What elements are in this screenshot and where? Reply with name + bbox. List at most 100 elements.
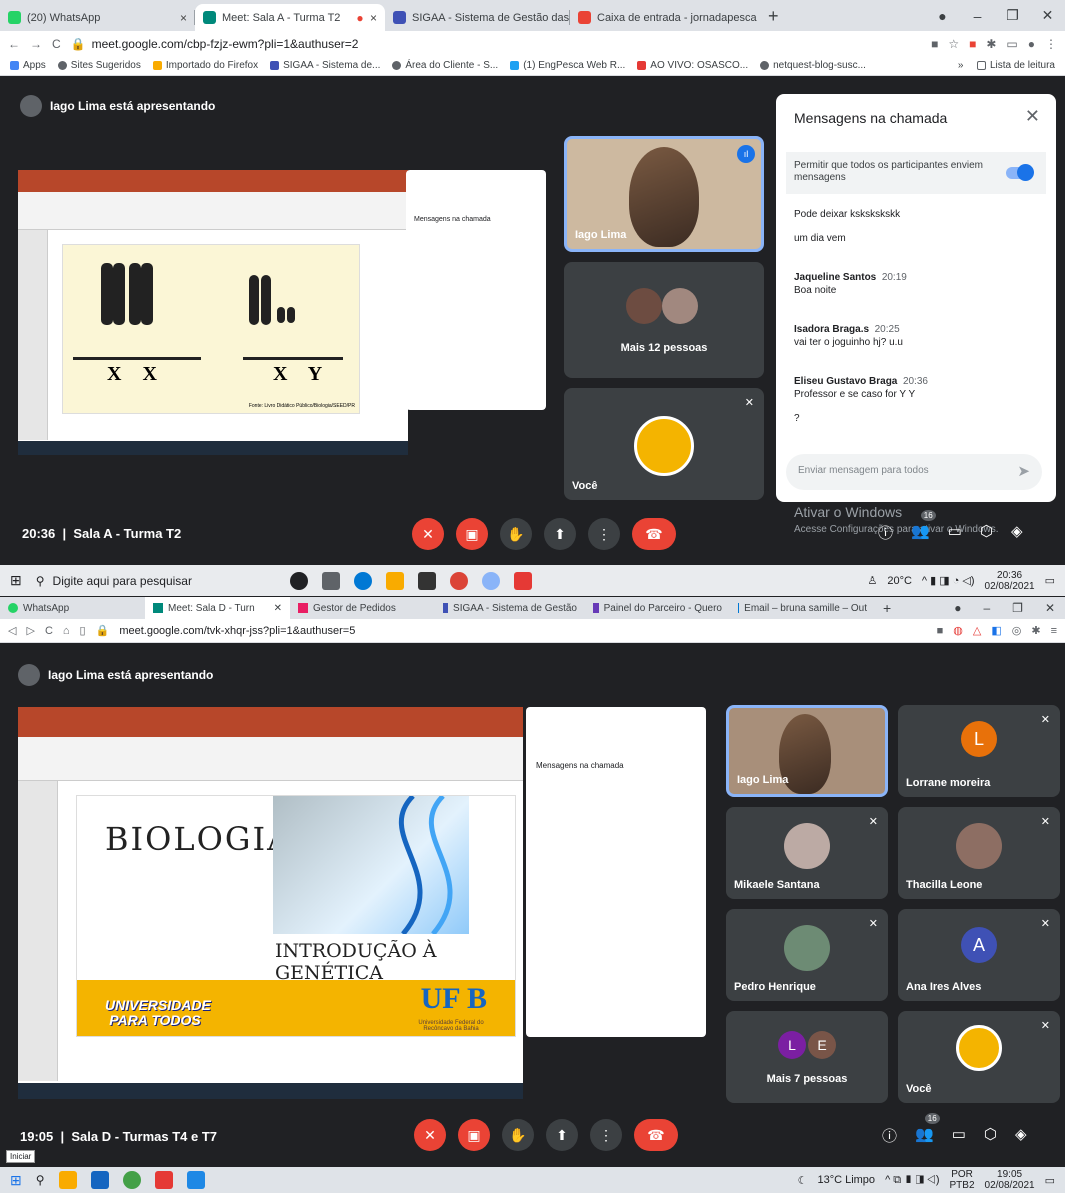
weather-text[interactable]: 13°C Limpo [817,1174,875,1186]
close-icon[interactable]: × [370,11,377,25]
tile-iago[interactable]: Iago Lima ıl [564,136,764,252]
bookmark-sites[interactable]: Sites Sugeridos [57,60,141,71]
forward-icon[interactable]: → [30,37,42,51]
edge-icon[interactable] [353,571,372,590]
menu-icon[interactable]: ≡ [1051,625,1057,637]
new-tab-button[interactable]: + [760,4,787,31]
tile-ana[interactable]: A ✕ Ana Ires Alves [898,909,1060,1001]
chrome-profile-icon[interactable] [481,571,500,590]
profile-icon[interactable]: ● [925,8,960,24]
tray-icons[interactable]: ^ ▮ ◨ ◔ ◁) [922,574,975,587]
restore-button[interactable]: ❐ [1012,601,1023,615]
clock[interactable]: 19:05 02/08/2021 [985,1169,1035,1191]
info-icon[interactable]: ⓘ [878,522,893,543]
leave-call-button[interactable]: ☎ [634,1119,678,1151]
tile-lorrane[interactable]: L ✕ Lorrane moreira [898,705,1060,797]
search-icon[interactable]: ⚲ [36,1173,45,1187]
bookmark-netquest[interactable]: netquest-blog-susc... [760,60,866,71]
tray-icons[interactable]: ^ ⧉ ▮ ◨ ◁) [885,1174,939,1187]
brave-icon[interactable] [154,1171,173,1189]
minimize-button[interactable]: – [983,601,990,615]
camera-icon[interactable]: ■ [931,37,938,51]
task-view-icon[interactable] [321,571,340,590]
menu-icon[interactable]: ⋮ [1045,37,1057,51]
url-field[interactable]: 🔒 meet.google.com/cbp-fzjz-ewm?pli=1&aut… [71,34,921,54]
reload-icon[interactable]: C [45,625,53,637]
pdf-extension-icon[interactable]: ■ [969,37,976,51]
tab-sigaa[interactable]: SIGAA - Sistema de Gestão [435,597,585,619]
new-tab-button[interactable]: + [875,600,899,616]
camera-icon[interactable]: ■ [937,625,944,637]
word-icon[interactable] [186,1171,205,1189]
chat-icon[interactable]: ▭ [948,522,962,543]
back-icon[interactable]: ◁ [8,624,16,637]
close-icon[interactable]: ✕ [1025,106,1040,127]
close-window-button[interactable]: ✕ [1045,601,1055,615]
tile-more-2[interactable]: L E Mais 7 pessoas [726,1011,888,1103]
extensions-icon[interactable]: ✱ [1031,624,1040,637]
close-icon[interactable]: × [180,11,187,25]
extension-icon[interactable]: ◧ [991,624,1001,637]
tab-whatsapp[interactable]: WhatsApp [0,597,145,619]
bookmark-apps[interactable]: Apps [10,60,46,71]
back-icon[interactable]: ← [8,37,20,51]
tile-thacilla[interactable]: ✕ Thacilla Leone [898,807,1060,899]
tile-more[interactable]: Mais 12 pessoas [564,262,764,378]
tab-meet[interactable]: Meet: Sala A - Turma T2 ● × [195,4,385,31]
mic-off-button[interactable]: ✕ [412,518,444,550]
star-icon[interactable]: ☆ [948,37,959,51]
activities-icon[interactable]: ⬡ [984,1125,997,1146]
chat-icon[interactable]: ▭ [952,1125,966,1146]
person-icon[interactable]: ♙ [867,574,877,587]
forward-icon[interactable]: ▷ [26,624,34,637]
more-options-button[interactable]: ⋮ [588,518,620,550]
extension-icon[interactable]: ◎ [1012,624,1022,637]
leave-call-button[interactable]: ☎ [632,518,676,550]
cortana-icon[interactable] [289,571,308,590]
chat-input[interactable]: Enviar mensagem para todos ➤ [786,454,1042,490]
tab-whatsapp[interactable]: (20) WhatsApp × [0,4,195,31]
bookmark-icon[interactable]: ▯ [80,624,86,637]
shield-icon[interactable]: ◈ [1011,522,1023,543]
tile-you-2[interactable]: ✕ Você [898,1011,1060,1103]
close-icon[interactable]: ✕ [274,603,282,614]
bookmark-sigaa[interactable]: SIGAA - Sistema de... [270,60,380,71]
raise-hand-button[interactable]: ✋ [500,518,532,550]
tab-gestor[interactable]: Gestor de Pedidos [290,597,435,619]
mic-off-button[interactable]: ✕ [414,1119,446,1151]
tile-you[interactable]: ✕ Você [564,388,764,500]
restore-button[interactable]: ❐ [995,7,1030,24]
raise-hand-button[interactable]: ✋ [502,1119,534,1151]
profile-avatar-icon[interactable]: ● [1028,37,1035,51]
chrome-icon[interactable] [449,571,468,590]
shield-icon[interactable]: ◈ [1015,1125,1027,1146]
close-window-button[interactable]: ✕ [1030,7,1065,24]
people-icon[interactable]: 👥 16 [911,510,936,543]
clock[interactable]: 20:36 02/08/2021 [985,570,1035,592]
tab-sigaa[interactable]: SIGAA - Sistema de Gestão das A × [385,4,570,31]
acrobat-icon[interactable] [513,571,532,590]
notification-icon[interactable]: ▭ [1045,574,1055,587]
profile-icon[interactable]: ● [954,601,961,615]
url-text[interactable]: meet.google.com/tvk-xhqr-jss?pli=1&authu… [119,625,926,637]
present-button[interactable]: ⬆ [544,518,576,550]
tab-quero[interactable]: Painel do Parceiro - Quero [585,597,730,619]
windows-start-icon[interactable]: ⊞ [10,572,22,589]
camera-off-button[interactable]: ▣ [458,1119,490,1151]
tile-iago[interactable]: Iago Lima [726,705,888,797]
tile-mikaele[interactable]: ✕ Mikaele Santana [726,807,888,899]
explorer-icon[interactable] [385,571,404,590]
store-icon[interactable] [90,1171,109,1189]
cast-icon[interactable]: ▭ [1006,37,1017,51]
tab-outlook[interactable]: Email – bruna samille – Out [730,597,875,619]
windows-start-icon[interactable]: ⊞ [10,1172,22,1189]
bookmark-firefox[interactable]: Importado do Firefox [152,60,258,71]
extensions-icon[interactable]: ✱ [986,37,996,51]
allow-messages-toggle[interactable] [1006,164,1034,181]
minimize-button[interactable]: – [960,8,995,24]
bookmark-reading-list[interactable]: » Lista de leitura [958,60,1055,71]
tab-meet[interactable]: Meet: Sala D - Turn ✕ [145,597,290,619]
notification-icon[interactable]: ▭ [1045,1174,1055,1187]
weather-text[interactable]: 20°C [887,575,912,587]
language-indicator[interactable]: POR PTB2 [950,1169,975,1191]
